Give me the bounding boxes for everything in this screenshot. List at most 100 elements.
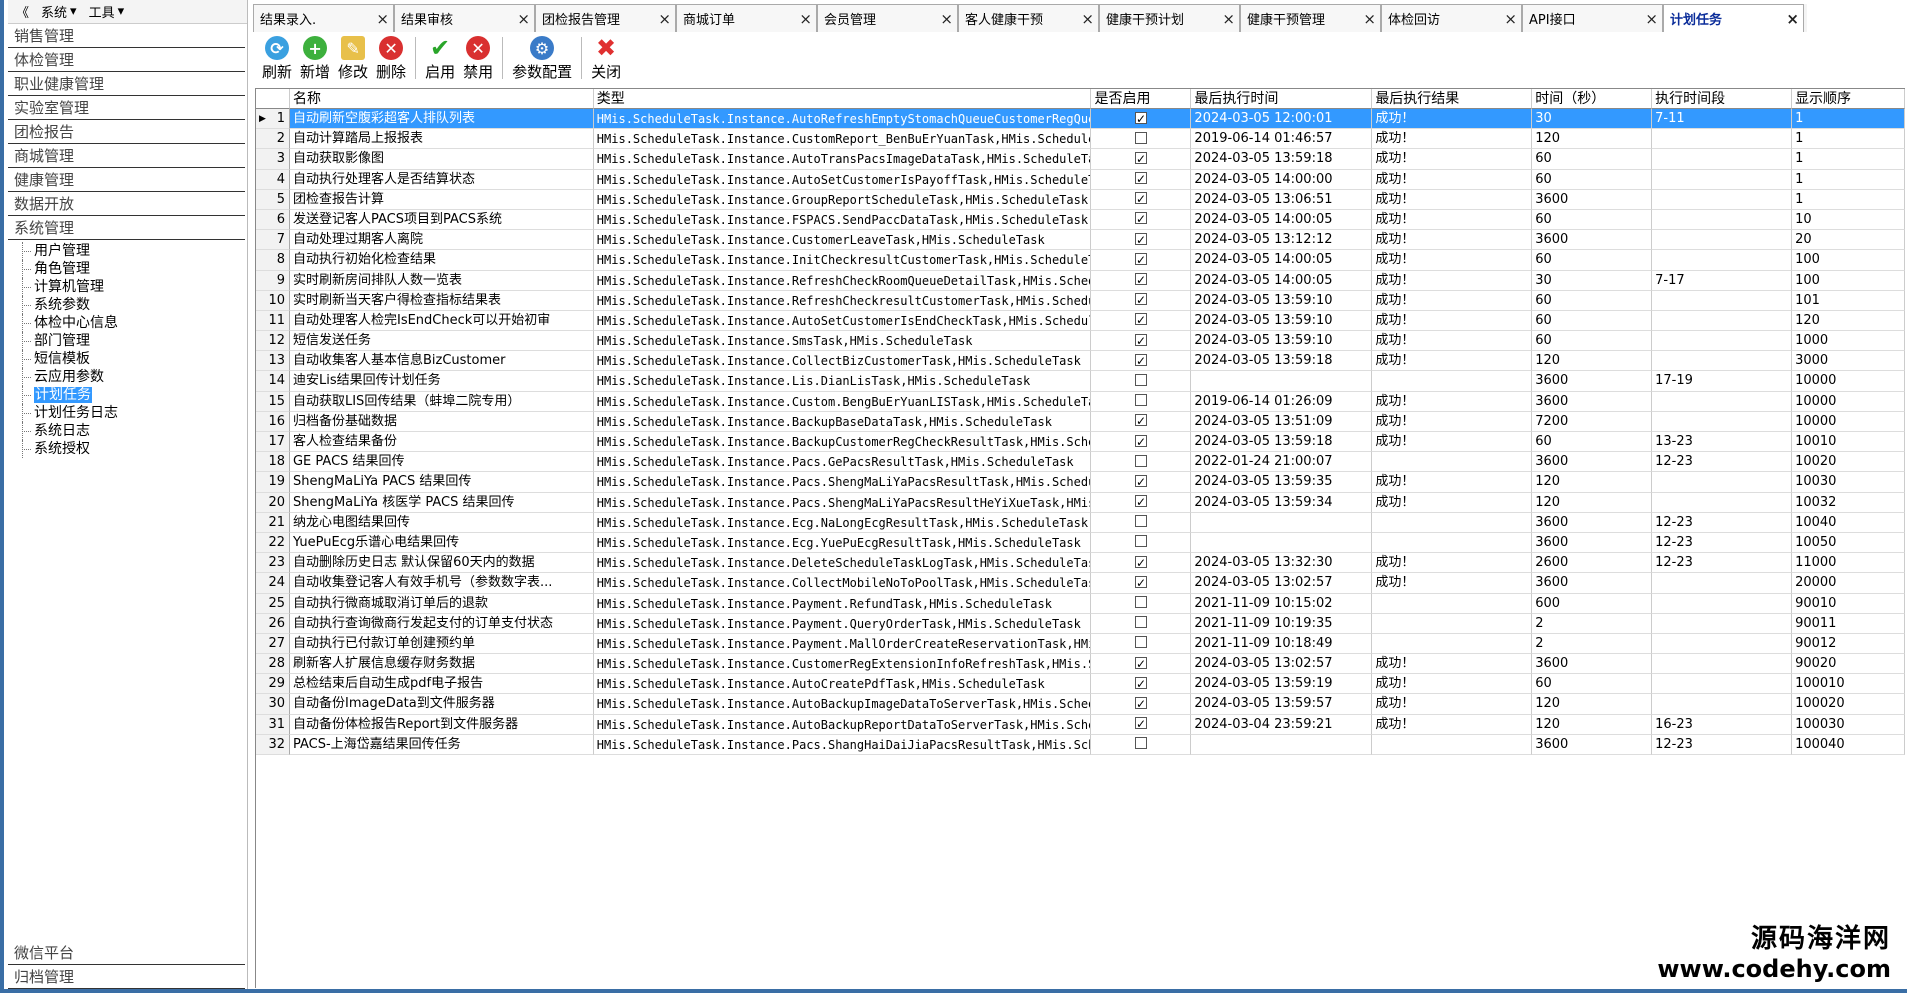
cell-last-result[interactable]: 成功！ [1372,714,1533,735]
enabled-checkbox[interactable] [1134,351,1147,370]
cell-order[interactable]: 90012 [1792,633,1905,655]
cell-type[interactable]: HMis.ScheduleTask.Instance.Pacs.GePacsRe… [593,452,1092,473]
table-row[interactable]: 32 PACS-上海岱嘉结果回传任务 HMis.ScheduleTask.Insta… [256,734,1905,755]
row-number[interactable]: 26 [256,613,290,634]
row-number[interactable]: 3 [256,149,290,170]
table-row[interactable]: 4 自动执行处理客人是否结算状态 HMis.ScheduleTask.Instanc… [256,169,1905,190]
cell-name[interactable]: 自动备份体检报告Report到文件服务器 [289,714,594,735]
cell-order[interactable]: 90020 [1792,654,1905,675]
cell-name[interactable]: 自动计算踏局上报报表 [289,129,594,150]
enabled-checkbox[interactable] [1134,394,1147,407]
cell-last-result[interactable]: 成功！ [1372,654,1533,675]
cell-period[interactable]: 7-11 [1652,109,1793,130]
cell-order[interactable]: 90011 [1792,613,1905,634]
cell-name[interactable]: 自动获取LIS回传结果（蚌埠二院专用） [289,391,594,412]
cell-type[interactable]: HMis.ScheduleTask.Instance.CollectMobile… [593,573,1092,594]
sidebar-group[interactable]: 微信平台 [8,941,245,965]
table-row[interactable]: 19 ShengMaLiYa PACS 结果回传 HMis.ScheduleTask… [256,472,1905,493]
sidebar-group[interactable]: 系统管理 [8,216,245,240]
cell-interval[interactable]: 60 [1532,310,1653,332]
tree-item[interactable]: 计划任务 [20,386,247,404]
cell-interval[interactable]: 3600 [1532,189,1653,210]
table-row[interactable]: 5 团检查报告计算 HMis.ScheduleTask.Instance.Group… [256,189,1905,210]
cell-type[interactable]: HMis.ScheduleTask.Instance.Pacs.ShengMaL… [593,492,1092,513]
cell-order[interactable]: 100020 [1792,694,1905,715]
cell-order[interactable]: 1 [1792,129,1905,150]
cell-interval[interactable]: 60 [1532,432,1653,453]
cell-period[interactable] [1652,209,1793,231]
close-tab-icon[interactable]: × [1081,10,1094,28]
cell-last-result[interactable] [1372,452,1533,473]
cell-order[interactable]: 101 [1792,290,1905,311]
cell-name[interactable]: PACS-上海岱嘉结果回传任务 [289,734,594,755]
cell-period[interactable] [1652,290,1793,311]
enabled-checkbox[interactable] [1134,432,1147,451]
add-button[interactable]: + 新增 [297,34,333,82]
cell-last-result[interactable] [1372,613,1533,634]
table-row[interactable]: 16 归档备份基础数据 HMis.ScheduleTask.Instance.Bac… [256,411,1905,432]
cell-order[interactable]: 20000 [1792,573,1905,594]
tree-item[interactable]: 系统参数 [20,296,247,314]
cell-period[interactable] [1652,169,1793,190]
cell-last-result[interactable]: 成功！ [1372,472,1533,493]
tab[interactable]: 体检回访 × [1381,4,1522,32]
close-tab-icon[interactable]: × [1504,10,1517,28]
cell-name[interactable]: 自动收集登记客人有效手机号（参数数字表... [289,573,594,594]
row-number[interactable]: 24 [256,573,290,594]
enabled-checkbox[interactable] [1134,412,1147,431]
table-row[interactable]: 25 自动执行微商城取消订单后的退款 HMis.ScheduleTask.Insta… [256,593,1905,614]
cell-order[interactable]: 100040 [1792,734,1905,755]
cell-name[interactable]: 自动处理过期客人离院 [289,230,594,251]
cell-type[interactable]: HMis.ScheduleTask.Instance.Ecg.NaLongEcg… [593,512,1092,533]
enabled-checkbox[interactable] [1134,737,1147,750]
cell-name[interactable]: 自动执行初始化检查结果 [289,250,594,271]
cell-last-run[interactable]: 2022-01-24 21:00:07 [1191,452,1373,473]
cell-name[interactable]: 自动执行微商城取消订单后的退款 [289,593,594,614]
row-number[interactable]: 17 [256,432,290,453]
cell-last-run[interactable]: 2021-11-09 10:19:35 [1191,613,1373,634]
cell-last-run[interactable]: 2021-11-09 10:15:02 [1191,593,1373,614]
cell-last-result[interactable]: 成功！ [1372,391,1533,412]
close-tab-icon[interactable]: × [1645,10,1658,28]
row-number[interactable]: 22 [256,532,290,554]
close-tab-icon[interactable]: × [1786,10,1799,28]
cell-order[interactable]: 1 [1792,189,1905,210]
tab[interactable]: 团检报告管理 × [535,4,676,32]
row-number[interactable]: 21 [256,512,290,533]
enabled-checkbox[interactable] [1134,149,1147,169]
row-number[interactable]: 11 [256,310,290,332]
tools-menu[interactable]: 工具 ▾ [89,2,125,21]
cell-type[interactable]: HMis.ScheduleTask.Instance.RefreshCheckR… [593,270,1092,291]
cell-name[interactable]: 自动刷新空腹彩超客人排队列表 [289,109,594,130]
cell-period[interactable] [1652,189,1793,210]
cell-type[interactable]: HMis.ScheduleTask.Instance.Lis.DianLisTa… [593,371,1092,392]
enabled-checkbox[interactable] [1134,291,1147,310]
cell-type[interactable]: HMis.ScheduleTask.Instance.CustomerRegEx… [593,654,1092,675]
cell-type[interactable]: HMis.ScheduleTask.Instance.DeleteSchedul… [593,553,1092,574]
cell-last-run[interactable]: 2024-03-05 13:59:18 [1191,149,1373,170]
enabled-checkbox[interactable] [1134,109,1147,128]
cell-interval[interactable]: 120 [1532,694,1653,715]
collapse-sidebar-icon[interactable]: 《 [16,2,29,21]
cell-last-result[interactable] [1372,734,1533,755]
cell-last-run[interactable]: 2024-03-05 13:59:10 [1191,331,1373,352]
row-number[interactable]: 25 [256,593,290,614]
cell-type[interactable]: HMis.ScheduleTask.Instance.SmsTask,HMis.… [593,331,1092,352]
row-number[interactable]: 19 [256,472,290,493]
cell-interval[interactable]: 3600 [1532,230,1653,251]
row-number[interactable]: ▶ 1 [256,109,290,130]
cell-type[interactable]: HMis.ScheduleTask.Instance.AutoTransPacs… [593,149,1092,170]
cell-type[interactable]: HMis.ScheduleTask.Instance.AutoCreatePdf… [593,674,1092,695]
cell-type[interactable]: HMis.ScheduleTask.Instance.Pacs.ShengMaL… [593,472,1092,493]
cell-interval[interactable]: 3600 [1532,391,1653,412]
cell-period[interactable] [1652,674,1793,695]
table-row[interactable]: 27 自动执行已付款订单创建预约单 HMis.ScheduleTask.Instan… [256,633,1905,655]
cell-order[interactable]: 1 [1792,149,1905,170]
cell-interval[interactable]: 3600 [1532,371,1653,392]
cell-name[interactable]: 归档备份基础数据 [289,411,594,432]
cell-type[interactable]: HMis.ScheduleTask.Instance.BackupCustome… [593,432,1092,453]
row-number[interactable]: 15 [256,391,290,412]
cell-type[interactable]: HMis.ScheduleTask.Instance.InitCheckresu… [593,250,1092,271]
param-config-button[interactable]: ⚙ 参数配置 [509,34,575,82]
cell-name[interactable]: 客人检查结果备份 [289,432,594,453]
